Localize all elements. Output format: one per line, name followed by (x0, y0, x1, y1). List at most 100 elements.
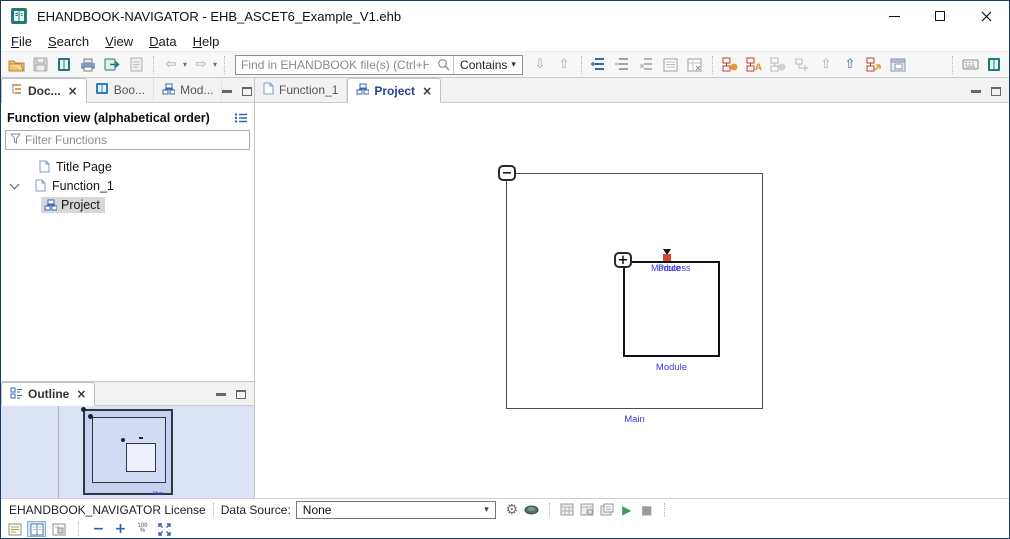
close-icon[interactable]: × (422, 84, 432, 98)
tab-function-1[interactable]: Function_1 (255, 78, 347, 102)
open-in-window-button[interactable] (888, 55, 908, 75)
search-icon (434, 58, 453, 71)
editor-area: Function_1 Project × − Main + (255, 78, 1009, 498)
menu-view[interactable]: View (97, 33, 141, 50)
stop-measurement-button[interactable]: ■ (637, 501, 657, 519)
filter-functions-input[interactable] (25, 133, 245, 147)
find-previous-button[interactable]: ⇧ (554, 55, 574, 75)
data-source-settings-button[interactable]: ⚙ (502, 501, 522, 519)
tree-item-function-1[interactable]: Function_1 (1, 176, 254, 195)
maximize-panel-button[interactable] (991, 87, 1001, 96)
zoom-100-button[interactable]: 100% (133, 521, 152, 537)
tab-bookmark-view[interactable]: Boo... (87, 78, 154, 102)
document-tree-icon (10, 83, 23, 98)
menu-search[interactable]: Search (40, 33, 97, 50)
data-source-select[interactable]: None ▾ (296, 501, 496, 519)
help-handbook-button[interactable] (984, 55, 1004, 75)
diagram-canvas[interactable]: − Main + Module Process Module (255, 103, 1009, 498)
maximize-panel-button[interactable] (242, 87, 252, 96)
window-maximize-button[interactable] (917, 1, 963, 31)
experiment-view-button[interactable] (597, 501, 617, 519)
find-next-button[interactable]: ⇩ (530, 55, 550, 75)
document-panel: Doc... × Boo... Mod... Function vi (1, 78, 255, 381)
find-input[interactable] (236, 57, 434, 73)
measurement-view-button[interactable] (577, 501, 597, 519)
window-minimize-button[interactable] (871, 1, 917, 31)
close-icon[interactable]: × (68, 84, 78, 98)
show-list-button[interactable] (661, 55, 681, 75)
menu-file[interactable]: File (3, 33, 40, 50)
chevron-down-icon: ▾ (484, 505, 489, 515)
navigate-back-button[interactable]: ⇦ (161, 55, 181, 75)
start-measurement-button[interactable]: ▶ (617, 501, 637, 519)
calibration-view-button[interactable] (557, 501, 577, 519)
expand-module-button[interactable]: + (614, 252, 632, 268)
menu-bar: File Search View Data Help (1, 31, 1009, 51)
keyboard-shortcuts-button[interactable] (960, 55, 980, 75)
tab-project[interactable]: Project × (347, 78, 441, 103)
export-pdf-button[interactable] (126, 55, 146, 75)
forward-history-dropdown-icon[interactable]: ▾ (213, 60, 217, 69)
collapse-all-button[interactable] (613, 55, 633, 75)
outline-thumbnail[interactable]: Main (1, 406, 254, 498)
data-source-label: Data Source: (221, 503, 291, 517)
zoom-in-button[interactable]: + (111, 521, 130, 537)
single-page-view-button[interactable] (5, 521, 24, 537)
outline-outer-box (83, 409, 173, 495)
tab-document-view[interactable]: Doc... × (1, 78, 87, 103)
tree-item-title-page[interactable]: Title Page (1, 157, 254, 176)
jump-to-diagram-button[interactable] (864, 55, 884, 75)
tab-outline[interactable]: Outline × (1, 382, 95, 406)
close-icon[interactable]: × (76, 387, 86, 401)
contains-dropdown[interactable]: Contains ▾ (454, 56, 522, 74)
module-block[interactable] (623, 261, 720, 357)
split-view-button[interactable] (27, 521, 46, 537)
view-menu-icon[interactable] (234, 112, 248, 124)
main-toolbar: ⇦ ▾ ⇨ ▾ Contains ▾ ⇩ ⇧ (1, 51, 1009, 78)
open-file-button[interactable] (6, 55, 26, 75)
find-module-diagram-button[interactable] (720, 55, 740, 75)
fit-to-screen-button[interactable] (155, 521, 174, 537)
tab-model-view[interactable]: Mod... (154, 78, 222, 102)
export-button[interactable] (102, 55, 122, 75)
show-table-button[interactable] (685, 55, 705, 75)
maximize-panel-button[interactable] (236, 390, 246, 399)
go-up-disabled-button[interactable]: ⇧ (816, 55, 836, 75)
open-handbook-button[interactable] (54, 55, 74, 75)
minimize-panel-button[interactable] (971, 90, 981, 93)
menu-data[interactable]: Data (141, 33, 184, 50)
minimize-panel-button[interactable] (216, 393, 226, 396)
main-block-label: Main (506, 414, 763, 425)
go-to-top-button[interactable]: ⇧ (840, 55, 860, 75)
navigate-forward-button[interactable]: ⇨ (191, 55, 211, 75)
tree-item-project[interactable]: Project (1, 195, 254, 214)
bottom-separator (78, 522, 79, 536)
toolbar-separator (153, 56, 154, 74)
process-overlap-label: Process (658, 263, 691, 273)
outline-marker-dot (139, 437, 143, 439)
toolbar-separator (581, 56, 582, 74)
expand-all-button[interactable] (589, 55, 609, 75)
toolbar-separator (224, 56, 225, 74)
outline-collapse-dot (81, 407, 86, 412)
license-status: EHANDBOOK_NAVIGATOR License (9, 503, 206, 517)
menu-help[interactable]: Help (185, 33, 228, 50)
status-separator (664, 503, 665, 517)
outline-module-box (126, 443, 156, 472)
thumbnail-view-button[interactable] (49, 521, 68, 537)
navigate-hierarchy-disabled-button[interactable] (792, 55, 812, 75)
minimize-panel-button[interactable] (222, 90, 232, 93)
collapse-selected-button[interactable] (637, 55, 657, 75)
collapse-main-button[interactable]: − (498, 165, 516, 181)
outline-main-label: Main (153, 491, 164, 497)
zoom-out-button[interactable]: − (89, 521, 108, 537)
find-diagram-disabled-button[interactable] (768, 55, 788, 75)
data-source-layers-button[interactable] (522, 501, 542, 519)
window-close-button[interactable] (963, 1, 1009, 31)
print-button[interactable] (78, 55, 98, 75)
find-text-diagram-button[interactable]: A (744, 55, 764, 75)
back-history-dropdown-icon[interactable]: ▾ (183, 60, 187, 69)
editor-window-buttons (971, 87, 1009, 102)
save-button[interactable] (30, 55, 50, 75)
tree-expander-icon[interactable] (10, 179, 20, 189)
